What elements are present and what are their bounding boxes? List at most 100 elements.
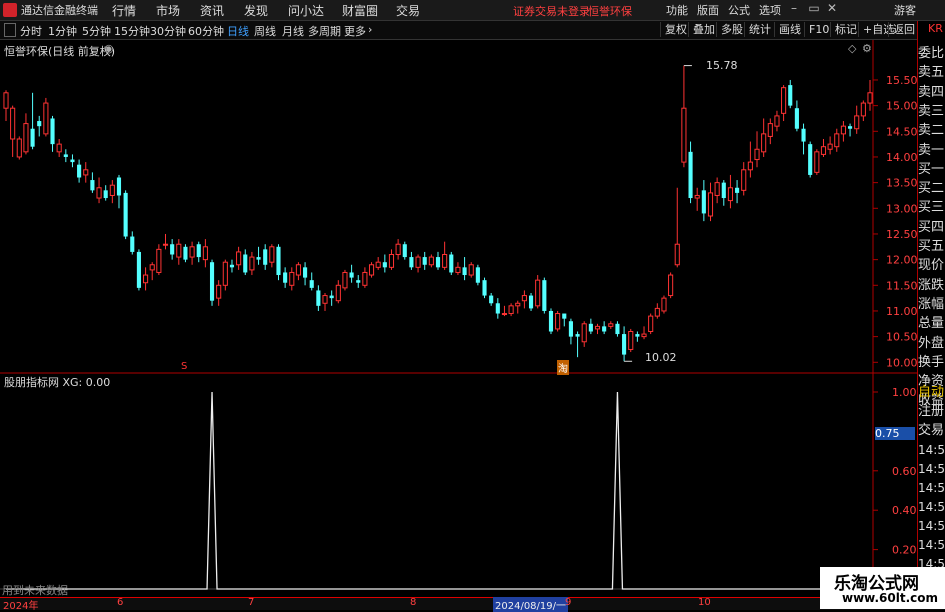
side-item[interactable]: 涨幅 (918, 295, 945, 314)
side-item[interactable]: 买二 (918, 179, 945, 198)
side-lower-item[interactable]: 交易 (918, 421, 945, 440)
candle (727, 174, 733, 209)
candle (462, 257, 467, 281)
xg-signal-line (6, 391, 870, 590)
multi-stock-button[interactable]: 多股 (716, 22, 747, 37)
chart-area[interactable]: 1.00 0.60 0.40 0.20 15.50 15.00 14.50 14.00 13.… (0, 40, 918, 597)
candle (622, 326, 627, 362)
side-item[interactable]: 外盘 (918, 334, 945, 353)
candle (422, 251, 427, 270)
tab-monthly[interactable]: 月线 (282, 23, 304, 39)
side-time: 14:55 (918, 500, 945, 514)
side-item[interactable]: 卖二 (918, 121, 945, 140)
tab-weekly[interactable]: 周线 (254, 23, 276, 39)
candle (848, 123, 853, 137)
mark-button[interactable]: 标记 (830, 22, 861, 37)
restore-icon[interactable]: ▭ (806, 1, 822, 15)
indicator-header: 股朋指标网 XG: 0.00 (4, 376, 111, 389)
side-item[interactable]: 卖一 (918, 141, 945, 160)
menu-discover[interactable]: 发现 (244, 2, 268, 19)
candle (162, 233, 169, 250)
side-item[interactable]: 买四 (918, 218, 945, 237)
menu-function[interactable]: 功能 (666, 2, 688, 18)
menu-quotes[interactable]: 行情 (112, 2, 136, 19)
side-item[interactable]: 委比 (918, 44, 945, 63)
candle (103, 185, 108, 201)
tab-5min[interactable]: 5分钟 (82, 23, 111, 39)
tab-intraday[interactable]: 分时 (20, 23, 42, 39)
tab-30min[interactable]: 30分钟 (150, 23, 186, 39)
tab-daily[interactable]: 日线 (227, 23, 249, 39)
stats-button[interactable]: 统计 (744, 22, 775, 37)
settings-gear-icon[interactable]: ⚙ (862, 42, 872, 55)
minimize-icon[interactable]: – (786, 1, 802, 15)
candlestick-series (3, 65, 873, 362)
menu-layout[interactable]: 版面 (697, 2, 719, 18)
candle (468, 262, 474, 278)
candle (123, 190, 128, 240)
candle (23, 113, 29, 155)
tab-60min[interactable]: 60分钟 (188, 23, 224, 39)
tab-multi-period[interactable]: 多周期 (308, 23, 341, 39)
candle (615, 321, 620, 337)
menu-formula[interactable]: 公式 (728, 2, 750, 18)
more-chevron-icon[interactable]: › (368, 23, 372, 36)
candle (196, 241, 201, 263)
menu-market[interactable]: 市场 (156, 2, 180, 19)
login-status[interactable]: 证券交易未登录 (513, 3, 590, 19)
side-item[interactable]: 现价 (918, 256, 945, 275)
side-item[interactable]: 卖四 (918, 83, 945, 102)
y-tick-label: 10.50 (886, 331, 918, 344)
side-item[interactable]: 换手 (918, 353, 945, 372)
menu-wealth[interactable]: 财富圈 (342, 2, 378, 19)
candle (143, 267, 149, 291)
close-icon[interactable]: ✕ (824, 1, 840, 15)
side-item[interactable]: 涨跌 (918, 276, 945, 295)
candle (16, 136, 22, 160)
tab-15min[interactable]: 15分钟 (114, 23, 150, 39)
candle (528, 293, 534, 311)
menu-options[interactable]: 选项 (759, 2, 781, 18)
candle (548, 308, 554, 335)
menu-ask[interactable]: 问小达 (288, 2, 324, 19)
candle (602, 321, 607, 335)
draw-line-button[interactable]: 画线 (774, 22, 805, 37)
y-tick-label: 15.00 (886, 100, 918, 113)
candle (362, 267, 368, 288)
y-tick-label: 12.50 (886, 228, 918, 241)
candle (475, 264, 480, 286)
candle (90, 172, 95, 193)
candle (668, 272, 674, 299)
candle (761, 118, 767, 157)
side-top-code: KR (928, 22, 943, 35)
tab-1min[interactable]: 1分钟 (48, 23, 77, 39)
y-tick-label: 13.50 (886, 177, 918, 190)
candle (209, 259, 215, 306)
side-item[interactable]: 卖五 (918, 63, 945, 82)
overlay-button[interactable]: 叠加 (688, 22, 719, 37)
time-label-jun: 6 (117, 597, 124, 608)
menu-trade[interactable]: 交易 (396, 2, 420, 19)
header-dropdown-icon[interactable]: ◉ (104, 42, 114, 55)
side-lower-item[interactable]: 注册 (918, 402, 945, 421)
user-guest[interactable]: 游客 (894, 2, 916, 18)
candle (388, 249, 395, 270)
tab-more[interactable]: 更多 (344, 23, 366, 39)
side-item[interactable]: 买一 (918, 160, 945, 179)
watermark-url: www.60lt.com (842, 591, 939, 605)
panel-toggle-icon[interactable] (4, 23, 16, 37)
f10-button[interactable]: F10 (804, 22, 833, 37)
main-chart-header: 恒誉环保(日线 前复权) (4, 45, 116, 58)
menu-news[interactable]: 资讯 (200, 2, 224, 19)
adjust-button[interactable]: 复权 (660, 22, 691, 37)
side-item[interactable]: 总量 (918, 314, 945, 333)
back-button[interactable]: 返回 (888, 22, 919, 37)
side-lower-item[interactable]: 自动 (918, 383, 945, 402)
high-price-label: 15.78 (706, 59, 738, 72)
candle (781, 85, 787, 122)
app-title: 通达信金融终端 (21, 4, 98, 17)
side-item[interactable]: 买五 (918, 237, 945, 256)
side-item[interactable]: 买三 (918, 198, 945, 217)
side-item[interactable]: 卖三 (918, 102, 945, 121)
diamond-icon[interactable]: ◇ (848, 42, 856, 55)
